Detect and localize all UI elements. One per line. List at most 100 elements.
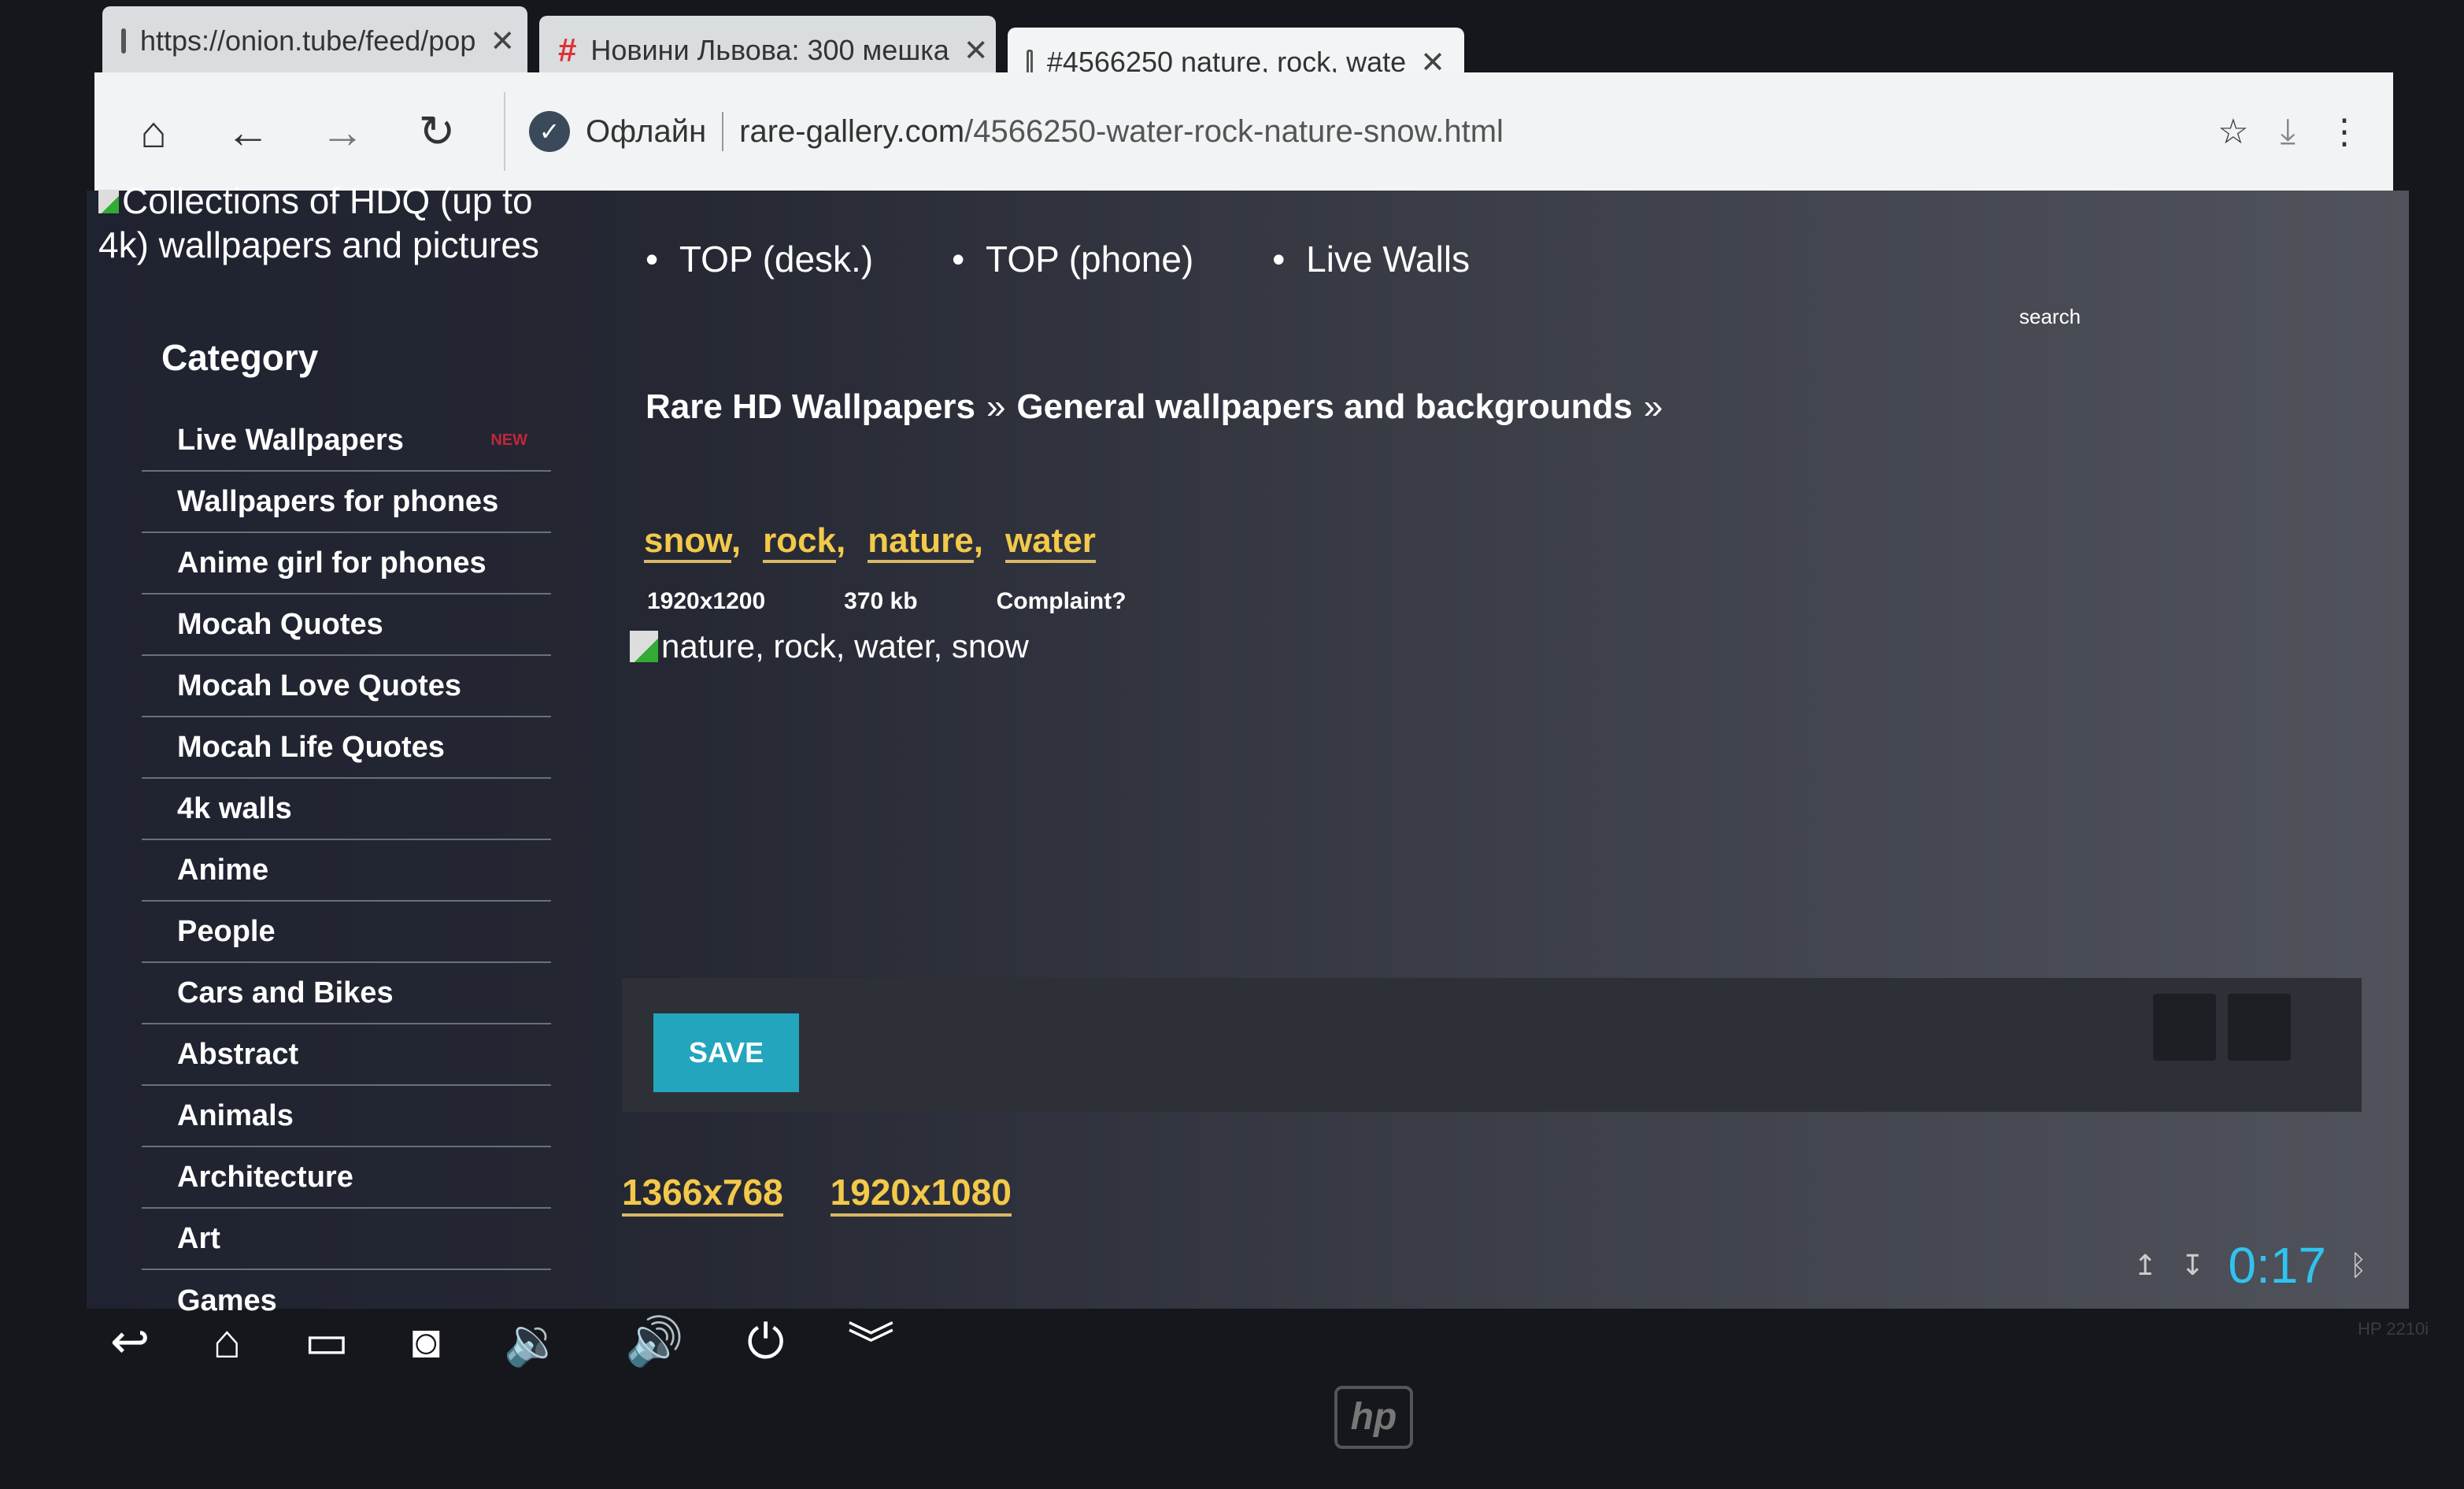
document-icon [121, 28, 126, 54]
resolution-1920x1080[interactable]: 1920x1080 [830, 1171, 1012, 1217]
item-label: Animals [177, 1098, 294, 1132]
tag-snow[interactable]: snow [644, 521, 731, 563]
close-tab-icon[interactable]: ✕ [964, 33, 989, 69]
sidebar-item[interactable]: Abstract [142, 1024, 551, 1086]
volume-down-icon[interactable]: 🔉 [503, 1313, 562, 1369]
browser-toolbar: ⌂ ← → ↻ ✓ Офлайн rare-gallery.com/456625… [94, 72, 2393, 191]
back-icon[interactable]: ← [220, 106, 276, 157]
item-label: Wallpapers for phones [177, 484, 499, 518]
tag-nature[interactable]: nature [868, 521, 974, 563]
hp-logo: hp [1334, 1386, 1413, 1449]
tab-title: Новини Львова: 300 мешка [590, 34, 949, 66]
item-label: Mocah Life Quotes [177, 730, 445, 764]
sidebar-item[interactable]: Mocah Quotes [142, 594, 551, 656]
home-icon[interactable]: ⌂ [126, 106, 181, 157]
sidebar-item[interactable]: Wallpapers for phones [142, 472, 551, 533]
sidebar: Category Live Wallpapers NEW Wallpapers f… [126, 336, 567, 1332]
resolution-1366x768[interactable]: 1366x768 [622, 1171, 783, 1217]
item-label: Cars and Bikes [177, 976, 394, 1009]
share-button[interactable] [2228, 994, 2291, 1061]
star-icon[interactable]: ☆ [2218, 112, 2248, 152]
screenshot-icon[interactable]: ◙ [412, 1314, 440, 1369]
item-label: Anime girl for phones [177, 546, 487, 580]
image-alt-text: nature, rock, water, snow [661, 628, 1029, 665]
tag-rock[interactable]: rock [763, 521, 837, 563]
address-bar[interactable]: ✓ Офлайн rare-gallery.com/4566250-water-… [504, 92, 2362, 171]
forward-icon[interactable]: → [315, 106, 370, 157]
breadcrumb-category[interactable]: General wallpapers and backgrounds [1016, 387, 1632, 426]
hash-icon: # [558, 31, 577, 69]
download-arrow-icon: ↧ [2181, 1249, 2205, 1281]
broken-image-icon [98, 190, 119, 213]
document-icon [1027, 50, 1033, 75]
image-meta: 1920x1200 370 kb Complaint? [647, 588, 1127, 615]
item-label: Mocah Quotes [177, 607, 383, 641]
tab-title: https://onion.tube/feed/pop [140, 24, 476, 57]
broken-image-icon [630, 631, 658, 662]
item-label: Live Wallpapers [177, 423, 404, 457]
sidebar-item[interactable]: People [142, 902, 551, 963]
home-nav-icon[interactable]: ⌂ [213, 1314, 241, 1369]
download-icon[interactable]: ⤓ [2281, 112, 2296, 151]
nav-live-walls[interactable]: Live Walls [1272, 238, 1470, 280]
tab-onion[interactable]: https://onion.tube/feed/pop ✕ [102, 6, 527, 76]
power-icon[interactable]: ⏻ [747, 1314, 784, 1369]
menu-icon[interactable]: ⋮ [2327, 112, 2362, 152]
logo-alt-text: Collections of HDQ (up to 4k) wallpapers… [98, 180, 539, 265]
bluetooth-icon: ᛒ [2349, 1249, 2367, 1281]
volume-up-icon[interactable]: 🔊 [625, 1313, 684, 1369]
resolution-links: 1366x768 1920x1080 [622, 1171, 1012, 1217]
divider [722, 112, 724, 151]
search-link[interactable]: search [2019, 305, 2081, 329]
tag-list: snow, rock, nature, water [644, 521, 1096, 563]
tag-water[interactable]: water [1004, 521, 1096, 563]
sidebar-item[interactable]: Mocah Love Quotes [142, 656, 551, 717]
category-title: Category [161, 337, 319, 378]
recent-apps-icon[interactable]: ▭ [305, 1314, 350, 1369]
url-path: /4566250-water-rock-nature-snow.html [964, 113, 1504, 149]
nav-top-desk[interactable]: TOP (desk.) [646, 238, 873, 280]
item-label: Art [177, 1221, 220, 1255]
item-label: People [177, 914, 276, 948]
complaint-link[interactable]: Complaint? [997, 588, 1127, 615]
back-nav-icon[interactable]: ↩ [110, 1314, 150, 1369]
android-nav-bar: ↩ ⌂ ▭ ◙ 🔉 🔊 ⏻ ︾ [110, 1307, 894, 1376]
breadcrumb: Rare HD Wallpapers » General wallpapers an… [646, 387, 1674, 427]
nav-top-phone[interactable]: TOP (phone) [952, 238, 1193, 280]
save-bar: SAVE [622, 978, 2362, 1112]
web-page: Collections of HDQ (up to 4k) wallpapers… [87, 180, 2409, 1317]
close-tab-icon[interactable]: ✕ [490, 24, 515, 59]
collapse-icon[interactable]: ︾ [847, 1307, 894, 1376]
new-badge: NEW [490, 431, 527, 449]
sidebar-item[interactable]: Mocah Life Quotes [142, 717, 551, 779]
sidebar-item[interactable]: Architecture [142, 1147, 551, 1209]
offline-label: Офлайн [586, 113, 707, 149]
item-label: Mocah Love Quotes [177, 669, 462, 702]
breadcrumb-sep: » [1643, 387, 1663, 426]
item-label: Anime [177, 853, 269, 887]
wallpaper-image[interactable]: nature, rock, water, snow [630, 628, 1029, 665]
sidebar-item-live-wallpapers[interactable]: Live Wallpapers NEW [142, 410, 551, 472]
site-logo[interactable]: Collections of HDQ (up to 4k) wallpapers… [98, 179, 571, 267]
item-label: Abstract [177, 1037, 299, 1071]
clock: 0:17 [2228, 1237, 2326, 1294]
sidebar-item[interactable]: Cars and Bikes [142, 963, 551, 1024]
sidebar-item[interactable]: Art [142, 1209, 551, 1270]
item-label: Architecture [177, 1160, 353, 1194]
offline-icon: ✓ [529, 111, 570, 152]
url-domain: rare-gallery.com [739, 113, 965, 149]
top-nav: TOP (desk.) TOP (phone) Live Walls [646, 238, 1470, 280]
image-resolution: 1920x1200 [647, 588, 766, 614]
sidebar-item[interactable]: Anime girl for phones [142, 533, 551, 594]
breadcrumb-home[interactable]: Rare HD Wallpapers [646, 387, 975, 426]
sidebar-item[interactable]: Anime [142, 840, 551, 902]
status-area: ↥ ↧ 0:17 ᛒ [2133, 1236, 2367, 1295]
save-button[interactable]: SAVE [653, 1013, 799, 1092]
item-label: 4k walls [177, 791, 292, 825]
image-size: 370 kb [844, 588, 918, 614]
monitor-model: HP 2210i [2358, 1319, 2429, 1339]
sidebar-item[interactable]: Animals [142, 1086, 551, 1147]
reload-icon[interactable]: ↻ [409, 106, 464, 157]
share-button[interactable] [2153, 994, 2216, 1061]
sidebar-item[interactable]: 4k walls [142, 779, 551, 840]
